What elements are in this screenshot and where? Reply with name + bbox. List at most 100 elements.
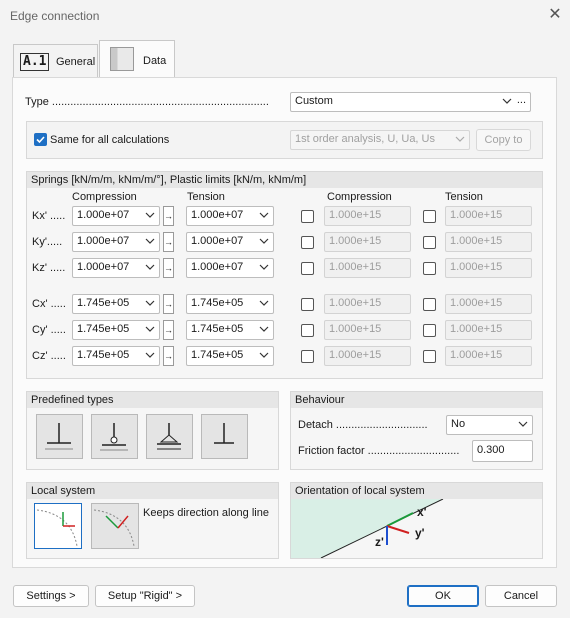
tension-value: 1.000e+07 <box>191 235 244 247</box>
analysis-value: 1st order analysis, U, Ua, Us <box>295 133 435 145</box>
spring-row-label: Cx' ..... <box>32 298 66 310</box>
copy-arrow-button[interactable]: → <box>163 258 174 278</box>
copy-to-button[interactable]: Copy to <box>476 129 531 151</box>
limit-tension-input[interactable]: 1.000e+15 <box>445 258 532 278</box>
compression-combo[interactable]: 1.000e+07 <box>72 232 160 252</box>
copy-arrow-button[interactable]: → <box>163 206 174 226</box>
tension-combo[interactable]: 1.000e+07 <box>186 258 274 278</box>
tension-value: 1.000e+07 <box>191 261 244 273</box>
roller-support-icon[interactable] <box>146 414 193 459</box>
friction-input[interactable]: 0.300 <box>472 440 533 462</box>
limit-tension-checkbox[interactable] <box>423 210 436 223</box>
y-axis-label: y' <box>415 526 425 540</box>
tension-value: 1.745e+05 <box>191 297 244 309</box>
limit-compression-input[interactable]: 1.000e+15 <box>324 320 411 340</box>
compression-combo[interactable]: 1.000e+07 <box>72 206 160 226</box>
chevron-down-icon <box>259 210 269 223</box>
tension-combo[interactable]: 1.745e+05 <box>186 320 274 340</box>
tension-combo[interactable]: 1.000e+07 <box>186 206 274 226</box>
copy-arrow-button[interactable]: → <box>163 232 174 252</box>
local-system-header: Local system <box>27 483 278 499</box>
a1-badge: A.1 <box>20 53 50 71</box>
local-system-rotating-icon[interactable] <box>91 503 139 549</box>
compression-combo[interactable]: 1.745e+05 <box>72 320 160 340</box>
same-for-all-checkbox[interactable] <box>34 133 47 146</box>
limit-tension-input[interactable]: 1.000e+15 <box>445 346 532 366</box>
orientation-diagram: x' y' z' <box>291 498 542 559</box>
col-limit-compression: Compression <box>327 191 392 203</box>
chevron-down-icon <box>145 350 155 363</box>
predefined-header: Predefined types <box>27 392 278 408</box>
tension-value: 1.000e+07 <box>191 209 244 221</box>
limit-tension-checkbox[interactable] <box>423 236 436 249</box>
copy-arrow-button[interactable]: → <box>163 346 174 366</box>
settings-button[interactable]: Settings > <box>13 585 89 607</box>
analysis-combo[interactable]: 1st order analysis, U, Ua, Us <box>290 130 470 150</box>
compression-combo[interactable]: 1.000e+07 <box>72 258 160 278</box>
limit-tension-checkbox[interactable] <box>423 298 436 311</box>
same-for-all-label: Same for all calculations <box>50 134 170 146</box>
limit-compression-checkbox[interactable] <box>301 324 314 337</box>
tab-data[interactable]: Data <box>99 40 175 78</box>
copy-arrow-button[interactable]: → <box>163 294 174 314</box>
detach-combo[interactable]: No <box>446 415 533 435</box>
tab-general-label: General <box>56 56 96 68</box>
springs-header: Springs [kN/m/m, kNm/m/°], Plastic limit… <box>27 172 542 188</box>
type-value: Custom <box>295 95 333 107</box>
close-icon[interactable]: ✕ <box>545 6 565 26</box>
chevron-down-icon <box>502 96 512 109</box>
orientation-header: Orientation of local system <box>291 483 542 499</box>
limit-compression-input[interactable]: 1.000e+15 <box>324 232 411 252</box>
free-support-icon[interactable] <box>201 414 248 459</box>
limit-tension-input[interactable]: 1.000e+15 <box>445 232 532 252</box>
limit-compression-checkbox[interactable] <box>301 210 314 223</box>
limit-tension-checkbox[interactable] <box>423 262 436 275</box>
fixed-support-icon[interactable] <box>36 414 83 459</box>
limit-tension-checkbox[interactable] <box>423 350 436 363</box>
tension-value: 1.745e+05 <box>191 323 244 335</box>
limit-compression-input[interactable]: 1.000e+15 <box>324 206 411 226</box>
detach-value: No <box>451 418 466 430</box>
limit-compression-checkbox[interactable] <box>301 262 314 275</box>
spring-row-label: Cz' ..... <box>32 350 66 362</box>
ok-button[interactable]: OK <box>407 585 479 607</box>
spring-row-label: Cy' ..... <box>32 324 66 336</box>
detach-label: Detach .............................. <box>298 419 428 431</box>
chevron-down-icon <box>145 262 155 275</box>
tension-combo[interactable]: 1.745e+05 <box>186 346 274 366</box>
limit-compression-checkbox[interactable] <box>301 350 314 363</box>
compression-combo[interactable]: 1.745e+05 <box>72 294 160 314</box>
chevron-down-icon <box>259 350 269 363</box>
chevron-down-icon <box>259 298 269 311</box>
limit-compression-checkbox[interactable] <box>301 236 314 249</box>
limit-tension-input[interactable]: 1.000e+15 <box>445 320 532 340</box>
compression-value: 1.000e+07 <box>77 209 130 221</box>
data-tab-icon <box>110 47 134 71</box>
tension-combo[interactable]: 1.000e+07 <box>186 232 274 252</box>
compression-value: 1.000e+07 <box>77 261 130 273</box>
tension-combo[interactable]: 1.745e+05 <box>186 294 274 314</box>
spring-row-label: Kz' ..... <box>32 262 66 274</box>
chevron-down-icon <box>145 210 155 223</box>
limit-tension-input[interactable]: 1.000e+15 <box>445 206 532 226</box>
limit-compression-input[interactable]: 1.000e+15 <box>324 346 411 366</box>
spring-row-label: Ky'..... <box>32 236 63 248</box>
compression-value: 1.745e+05 <box>77 349 130 361</box>
setup-rigid-button[interactable]: Setup "Rigid" > <box>95 585 195 607</box>
compression-combo[interactable]: 1.745e+05 <box>72 346 160 366</box>
col-limit-tension: Tension <box>445 191 483 203</box>
tab-data-label: Data <box>143 55 167 67</box>
window-title: Edge connection <box>10 9 100 23</box>
cancel-button[interactable]: Cancel <box>485 585 557 607</box>
type-more-button[interactable]: ... <box>517 94 526 106</box>
copy-arrow-button[interactable]: → <box>163 320 174 340</box>
limit-compression-input[interactable]: 1.000e+15 <box>324 258 411 278</box>
type-combo[interactable]: Custom ... <box>290 92 531 112</box>
limit-compression-input[interactable]: 1.000e+15 <box>324 294 411 314</box>
tab-general[interactable]: A.1 General <box>13 44 98 78</box>
limit-tension-input[interactable]: 1.000e+15 <box>445 294 532 314</box>
local-system-fixed-icon[interactable] <box>34 503 82 549</box>
limit-tension-checkbox[interactable] <box>423 324 436 337</box>
hinged-support-icon[interactable] <box>91 414 138 459</box>
limit-compression-checkbox[interactable] <box>301 298 314 311</box>
